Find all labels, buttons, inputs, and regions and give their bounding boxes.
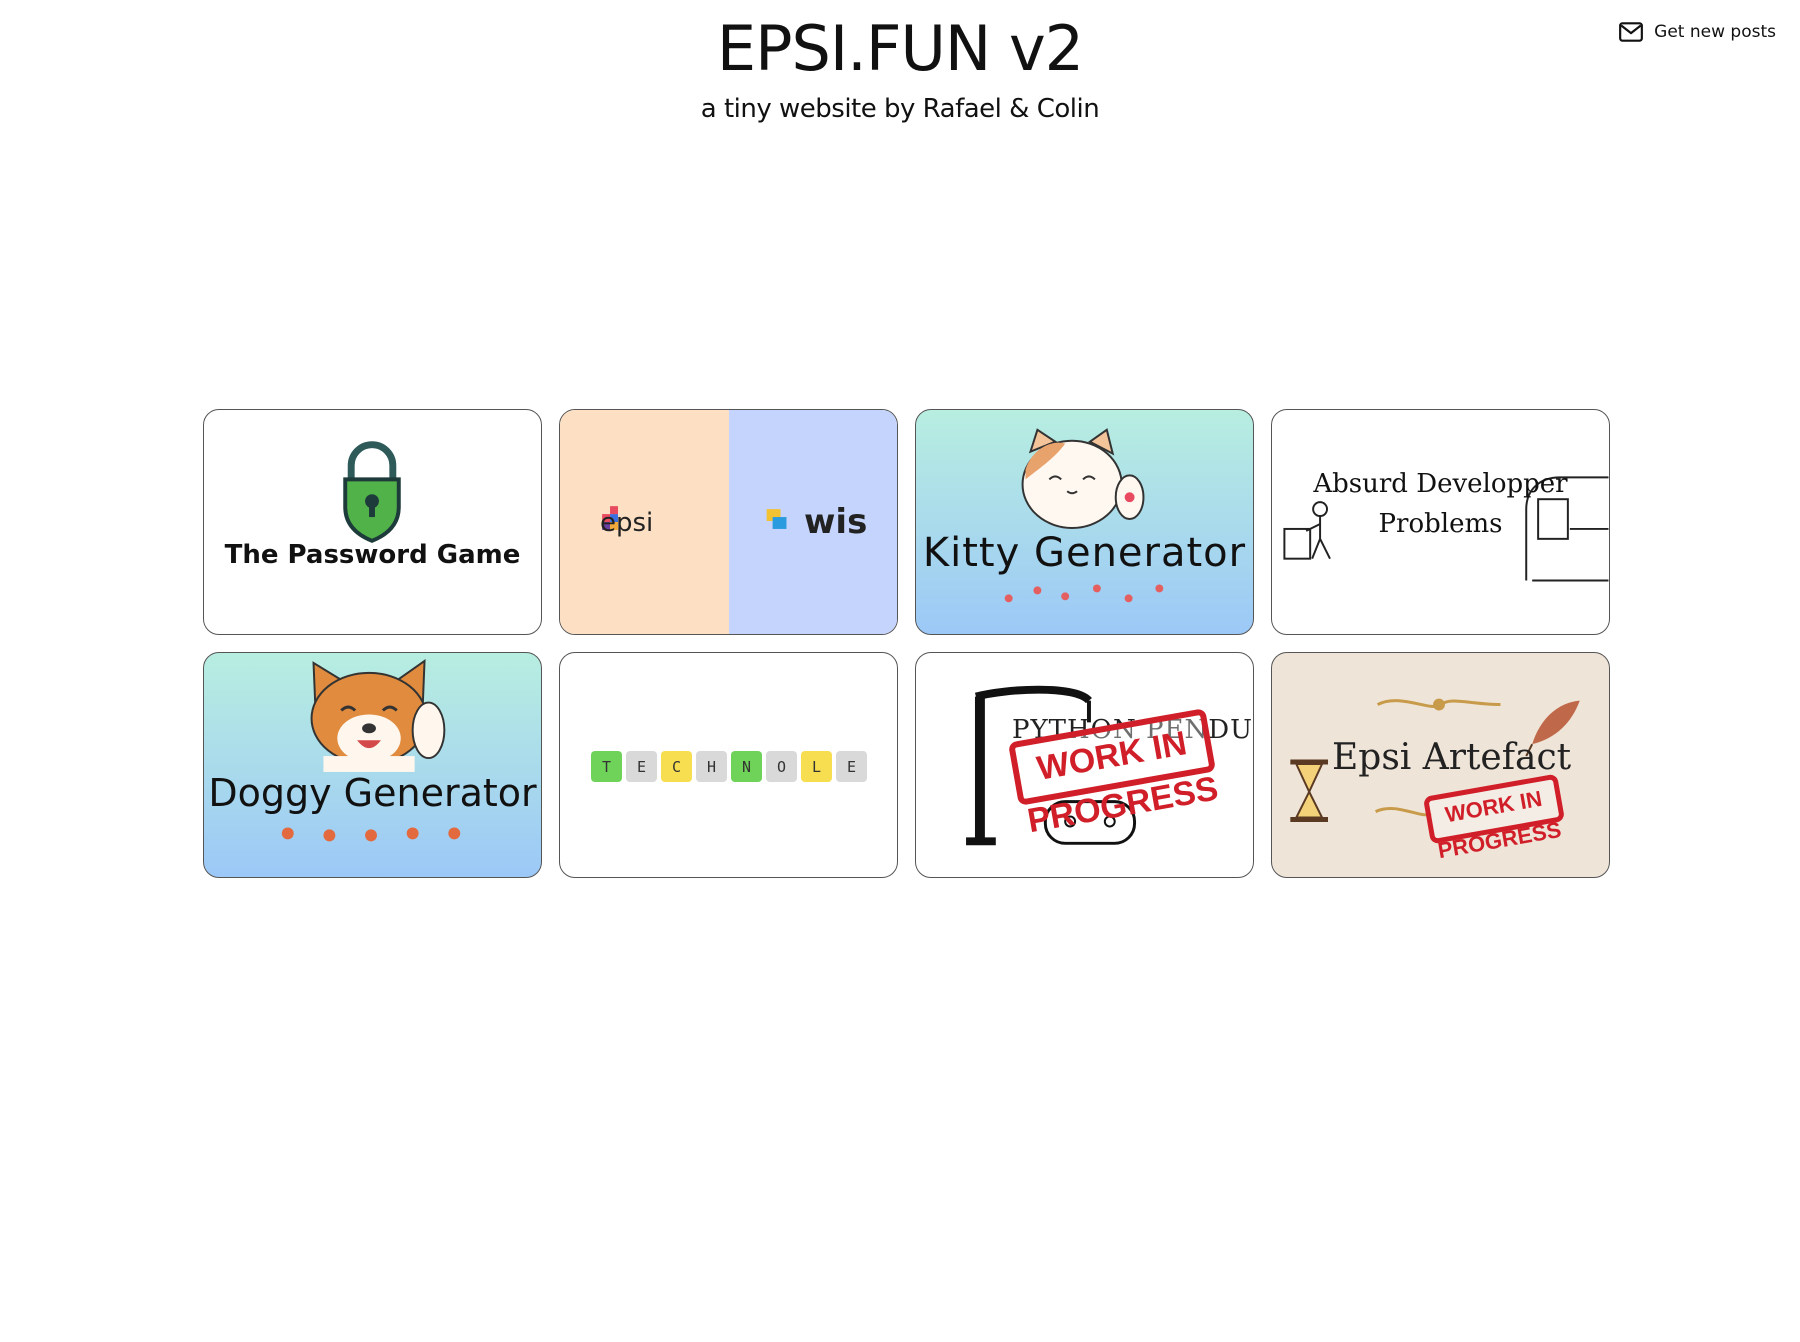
card-title-line1: Absurd Developper: [1313, 469, 1568, 499]
tile: C: [661, 751, 692, 782]
get-new-posts-label: Get new posts: [1654, 22, 1776, 42]
card-title-line2: Problems: [1378, 509, 1503, 539]
tile: T: [591, 751, 622, 782]
card-absurd-developper-problems[interactable]: Absurd Developper Problems: [1271, 409, 1610, 635]
dog-icon: [281, 658, 461, 842]
tile: E: [626, 751, 657, 782]
mail-icon: [1619, 22, 1644, 42]
epsi-logo-text: epsi: [600, 508, 654, 538]
card-password-game[interactable]: The Password Game: [203, 409, 542, 635]
tile: L: [801, 751, 832, 782]
tile: O: [766, 751, 797, 782]
card-title: Kitty Generator: [922, 530, 1247, 576]
card-title: The Password Game: [224, 540, 521, 570]
technole-tiles: T E C H N O L E: [591, 751, 867, 782]
cat-icon: [1004, 428, 1164, 603]
tile: H: [696, 751, 727, 782]
card-title: Epsi Artefact: [1332, 737, 1572, 778]
get-new-posts-link[interactable]: Get new posts: [1618, 19, 1776, 45]
site-subtitle: a tiny website by Rafael & Colin: [700, 94, 1100, 124]
wis-logo-text: wis: [804, 502, 868, 542]
lock-icon: [343, 441, 401, 543]
card-epsi-wis[interactable]: epsi wis: [559, 409, 898, 635]
card-kitty-generator[interactable]: Kitty Generator: [915, 409, 1254, 635]
tile: E: [836, 751, 867, 782]
card-title: Doggy Generator: [208, 771, 537, 815]
card-technole[interactable]: T E C H N O L E: [559, 652, 898, 878]
card-epsi-artefact[interactable]: Epsi Artefact WORK IN PROGRESS: [1271, 652, 1610, 878]
project-grid: The Password Game epsi wis Kitty Generat…: [203, 409, 1610, 878]
tile: N: [731, 751, 762, 782]
site-title: EPSI.FUN v2: [716, 12, 1084, 85]
card-doggy-generator[interactable]: Doggy Generator: [203, 652, 542, 878]
card-title: Absurd Developper Problems: [1272, 464, 1609, 544]
card-python-pendu[interactable]: PYTHON PENDU WORK IN PROGRESS: [915, 652, 1254, 878]
